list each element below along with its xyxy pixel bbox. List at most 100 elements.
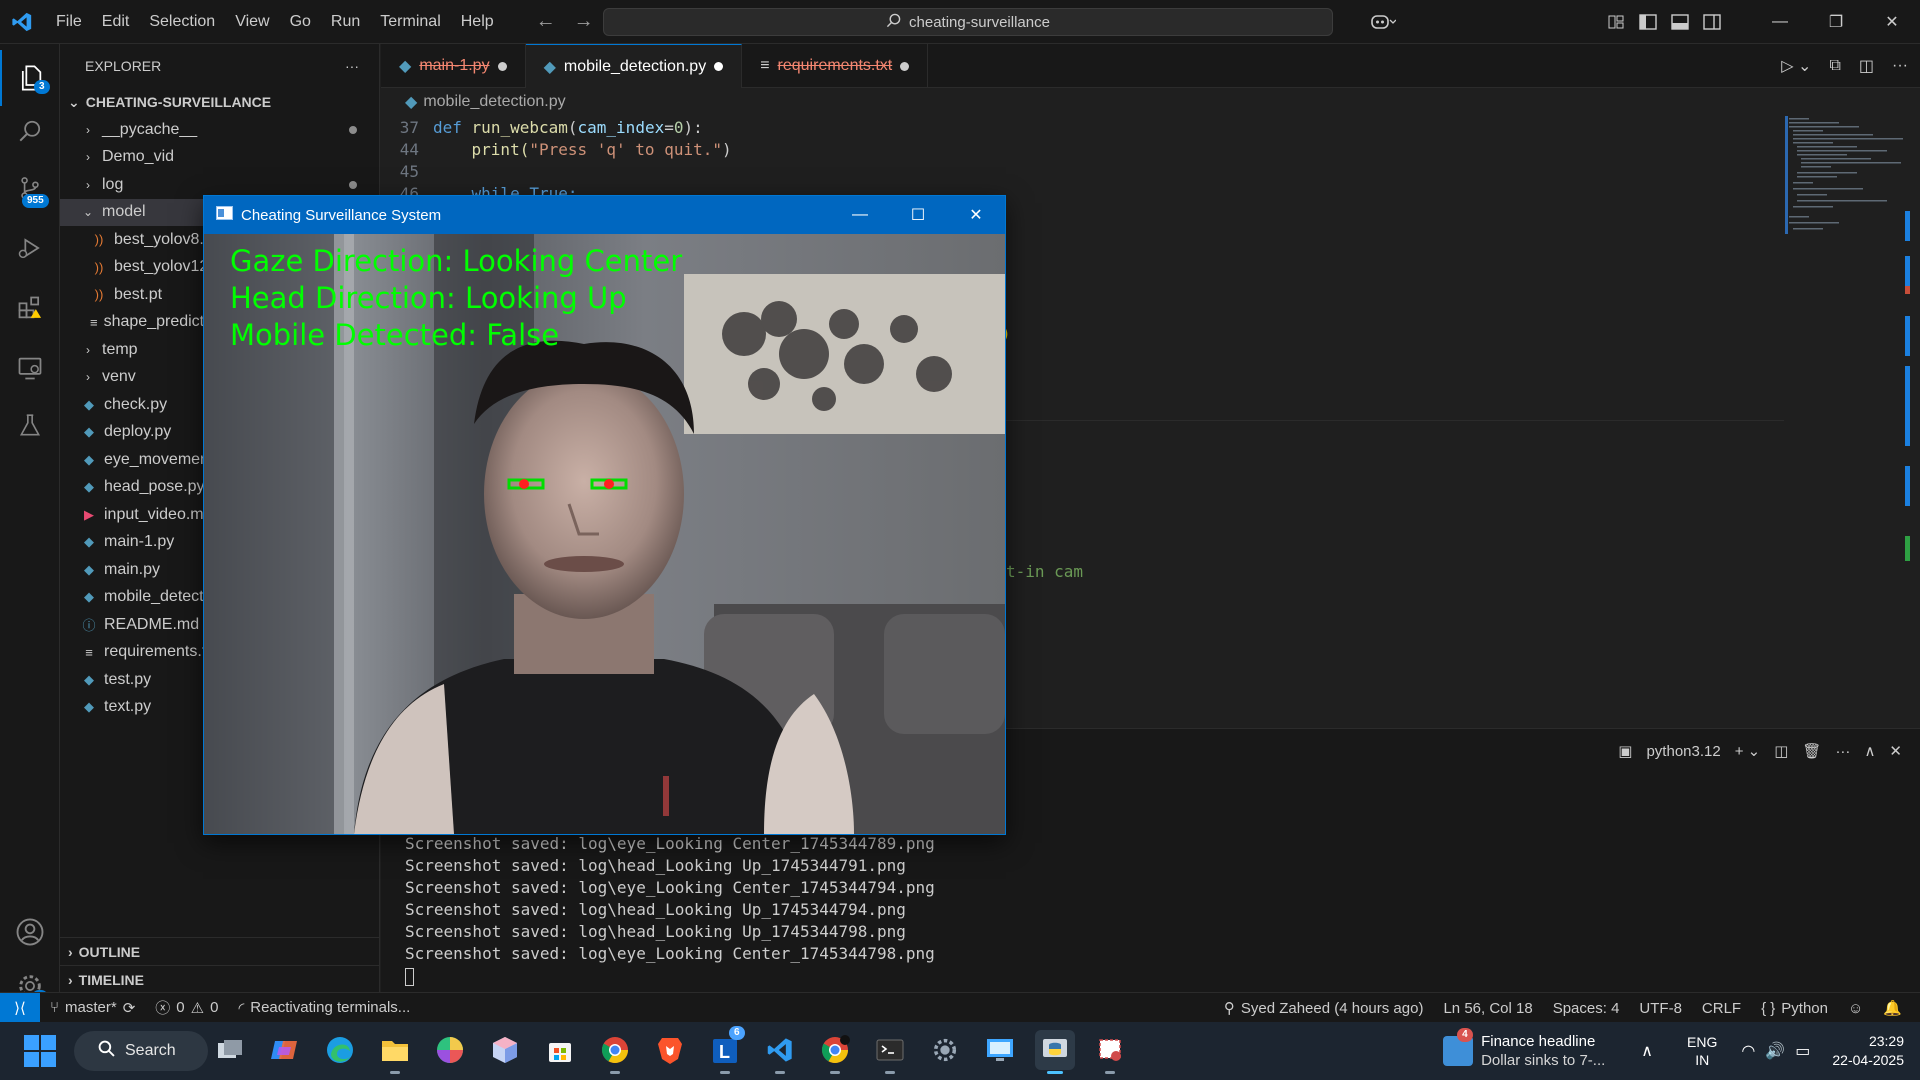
menu-selection[interactable]: Selection <box>139 0 225 44</box>
menu-edit[interactable]: Edit <box>92 0 140 44</box>
menu-file[interactable]: File <box>46 0 92 44</box>
tab-main-1[interactable]: ◆ main-1.py <box>381 44 526 88</box>
copilot-status-icon[interactable]: ☺ <box>1838 1000 1873 1017</box>
code-editor[interactable]: 37 def run_webcam(cam_index = 0): 44 print(… <box>381 116 732 204</box>
language-mode[interactable]: { } Python <box>1751 1000 1838 1017</box>
back-arrow-icon[interactable]: ← <box>536 10 556 33</box>
close-icon[interactable]: ✕ <box>1864 0 1920 44</box>
brave-icon[interactable] <box>650 1030 690 1070</box>
terminal-line: Screenshot saved: log\eye_Looking Center… <box>405 834 935 853</box>
outlook-icon[interactable]: L6 <box>705 1026 745 1074</box>
open-changes-icon[interactable]: ⧉ <box>1829 57 1840 75</box>
chrome-profile-icon[interactable] <box>815 1030 855 1074</box>
encoding[interactable]: UTF-8 <box>1629 1000 1692 1017</box>
accounts-icon[interactable] <box>0 904 60 960</box>
menu-view[interactable]: View <box>225 0 279 44</box>
taskbar-search[interactable]: Search <box>74 1031 208 1071</box>
copilot-app-icon[interactable] <box>264 1030 304 1070</box>
forward-arrow-icon[interactable]: → <box>574 10 594 33</box>
editor-scrollbar[interactable] <box>1905 116 1913 736</box>
customize-layout-icon[interactable] <box>1600 0 1632 44</box>
python-file-icon: ◆ <box>84 534 94 550</box>
split-terminal-icon[interactable]: ◫ <box>1774 742 1788 760</box>
minimize-icon[interactable]: — <box>1752 0 1808 44</box>
testing-flask-icon[interactable] <box>0 398 60 454</box>
toggle-primary-sidebar-icon[interactable] <box>1632 0 1664 44</box>
snipping-tool-icon[interactable] <box>1090 1030 1130 1074</box>
unsaved-dot[interactable] <box>497 61 507 71</box>
copilot-icon[interactable] <box>1356 0 1410 44</box>
command-center-search[interactable]: cheating-surveillance <box>603 8 1333 36</box>
python-app-icon[interactable] <box>1035 1030 1075 1074</box>
timeline-section[interactable]: › TIMELINE <box>60 965 380 993</box>
sync-icon[interactable]: ⟳ <box>123 999 136 1017</box>
package-app-icon[interactable] <box>485 1030 525 1070</box>
kill-terminal-icon[interactable]: 🗑 <box>1802 742 1821 760</box>
indentation[interactable]: Spaces: 4 <box>1543 1000 1630 1017</box>
problems-indicator[interactable]: ⓧ 0 ⚠ 0 <box>145 997 228 1018</box>
editor-more-icon[interactable]: ··· <box>1892 57 1908 75</box>
outline-section[interactable]: › OUTLINE <box>60 937 380 965</box>
photos-app-icon[interactable] <box>430 1030 470 1070</box>
menu-terminal[interactable]: Terminal <box>370 0 450 44</box>
menu-help[interactable]: Help <box>451 0 504 44</box>
source-control-icon[interactable]: 955 <box>0 160 60 216</box>
menu-go[interactable]: Go <box>280 0 321 44</box>
task-view-icon[interactable] <box>210 1030 250 1070</box>
workspace-root[interactable]: ⌄ CHEATING-SURVEILLANCE <box>60 88 379 116</box>
maximize-panel-icon[interactable]: ∧ <box>1864 742 1875 760</box>
run-debug-icon[interactable] <box>0 220 60 276</box>
toggle-secondary-sidebar-icon[interactable] <box>1696 0 1728 44</box>
vscode-taskbar-icon[interactable] <box>760 1030 800 1074</box>
input-language[interactable]: ENG IN <box>1687 1033 1717 1069</box>
show-hidden-icons-icon[interactable]: ∧ <box>1641 1041 1653 1061</box>
terminal-output[interactable]: Screenshot saved: log\eye_Looking Center… <box>405 833 935 987</box>
search-activity-icon[interactable] <box>0 104 60 160</box>
toggle-panel-icon[interactable] <box>1664 0 1696 44</box>
panel-more-icon[interactable]: ··· <box>1835 743 1850 760</box>
remote-indicator-icon[interactable]: ⟩⟨ <box>0 992 40 1023</box>
remote-explorer-icon[interactable] <box>0 340 60 396</box>
line-ending[interactable]: CRLF <box>1692 1000 1751 1017</box>
settings-app-icon[interactable] <box>925 1030 965 1070</box>
explorer-icon[interactable]: 3 <box>0 50 60 106</box>
maximize-icon[interactable]: ☐ <box>889 196 947 234</box>
file-explorer-icon[interactable] <box>375 1030 415 1074</box>
remote-desktop-icon[interactable] <box>980 1030 1020 1070</box>
git-blame[interactable]: ⚲ Syed Zaheed (4 hours ago) <box>1214 999 1434 1018</box>
volume-icon[interactable]: 🔊 <box>1765 1041 1785 1061</box>
extensions-icon[interactable] <box>0 280 60 336</box>
tree-folder-pycache[interactable]: › __pycache__ <box>60 116 379 144</box>
run-python-icon[interactable]: ▷ ⌄ <box>1781 56 1811 76</box>
edge-icon[interactable] <box>320 1030 360 1070</box>
clock[interactable]: 23:29 22-04-2025 <box>1832 1032 1904 1070</box>
cursor-position[interactable]: Ln 56, Col 18 <box>1433 1000 1542 1017</box>
restore-icon[interactable]: ❐ <box>1808 0 1864 44</box>
chrome-icon[interactable] <box>595 1030 635 1074</box>
wifi-icon[interactable]: ◠ <box>1741 1041 1755 1061</box>
menu-run[interactable]: Run <box>321 0 370 44</box>
tab-requirements[interactable]: ≡ requirements.txt <box>742 44 929 88</box>
breadcrumb[interactable]: ◆ mobile_detection.py <box>381 88 566 116</box>
minimize-icon[interactable]: — <box>831 196 889 234</box>
terminal-shell-name[interactable]: python3.12 <box>1646 743 1720 760</box>
microsoft-store-icon[interactable] <box>540 1030 580 1070</box>
terminal-shell-icon: ▣ <box>1618 743 1633 760</box>
unsaved-dot[interactable] <box>714 62 724 71</box>
terminal-app-icon[interactable] <box>870 1030 910 1074</box>
windows-start-icon[interactable] <box>20 1031 60 1071</box>
tree-folder-demo-vid[interactable]: › Demo_vid <box>60 144 379 172</box>
close-panel-icon[interactable]: ✕ <box>1889 742 1902 760</box>
split-editor-icon[interactable]: ◫ <box>1859 56 1874 76</box>
new-terminal-icon[interactable]: + ⌄ <box>1735 742 1761 760</box>
more-actions-icon[interactable]: ··· <box>345 58 359 74</box>
tab-mobile-detection[interactable]: ◆ mobile_detection.py <box>525 44 743 88</box>
battery-icon[interactable]: ▭ <box>1795 1041 1810 1061</box>
git-branch[interactable]: ⑂ master* ⟳ <box>40 999 145 1017</box>
close-icon[interactable]: ✕ <box>947 196 1005 234</box>
minimap[interactable] <box>1785 116 1905 246</box>
notifications-bell-icon[interactable]: 🔔 <box>1873 999 1912 1017</box>
unsaved-dot[interactable] <box>900 61 910 71</box>
surveillance-window-titlebar[interactable]: Cheating Surveillance System — ☐ ✕ <box>204 196 1005 234</box>
news-widget[interactable]: 4 Finance headline Dollar sinks to 7-... <box>1443 1028 1605 1070</box>
